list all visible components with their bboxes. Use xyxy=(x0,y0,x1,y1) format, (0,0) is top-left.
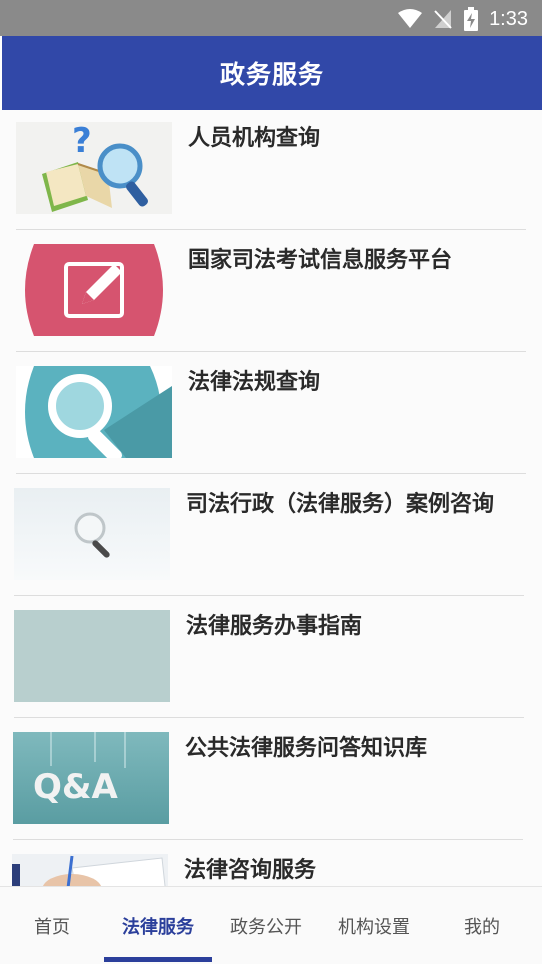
tab-home[interactable]: 首页 xyxy=(0,887,104,964)
item-label: 法律法规查询 xyxy=(188,370,321,395)
divider xyxy=(14,717,524,718)
item-label: 人员机构查询 xyxy=(188,126,321,151)
list-item[interactable]: 司法行政（法律服务）案例咨询 xyxy=(14,476,524,596)
divider xyxy=(16,473,526,474)
edit-pencil-icon xyxy=(16,244,172,336)
no-signal-icon xyxy=(434,10,452,29)
tab-label: 政务公开 xyxy=(230,917,302,938)
divider xyxy=(14,595,524,596)
writing-hand-icon xyxy=(12,854,168,886)
item-label: 国家司法考试信息服务平台 xyxy=(188,248,453,273)
magnifier-icon xyxy=(14,488,170,580)
status-bar: 1:33 xyxy=(0,0,542,36)
page-title: 政务服务 xyxy=(219,60,324,89)
status-time: 1:33 xyxy=(489,7,528,30)
tab-legal-services[interactable]: 法律服务 xyxy=(104,887,212,964)
tab-label: 首页 xyxy=(34,917,70,938)
list-item[interactable]: 国家司法考试信息服务平台 xyxy=(16,232,526,352)
service-list[interactable]: ? 人员机构查询 国家司法考试信息服务平台 法律法规查询 司法行政（法律服务）案… xyxy=(0,110,542,886)
active-tab-indicator xyxy=(104,957,212,962)
divider xyxy=(13,839,523,840)
item-label: 司法行政（法律服务）案例咨询 xyxy=(186,492,495,517)
list-item[interactable]: ? 人员机构查询 xyxy=(16,110,526,230)
book-magnifier-question-icon: ? xyxy=(16,122,172,214)
divider xyxy=(16,351,526,352)
status-icons: 1:33 xyxy=(397,6,528,32)
qa-image-text: Q&A xyxy=(33,767,119,807)
svg-text:?: ? xyxy=(72,122,92,161)
list-item[interactable]: 法律服务办事指南 xyxy=(14,598,524,718)
divider xyxy=(16,229,526,230)
tab-label: 法律服务 xyxy=(122,917,194,938)
tab-organization[interactable]: 机构设置 xyxy=(320,887,428,964)
bottom-tab-bar: 首页 法律服务 政务公开 机构设置 我的 xyxy=(0,886,542,964)
image-placeholder xyxy=(14,610,170,702)
list-item[interactable]: 法律咨询服务 xyxy=(12,842,522,886)
tab-government-affairs[interactable]: 政务公开 xyxy=(212,887,320,964)
list-item[interactable]: Q&A 公共法律服务问答知识库 xyxy=(13,720,523,840)
wifi-icon xyxy=(398,9,423,28)
item-label: 法律服务办事指南 xyxy=(186,614,363,639)
tab-label: 机构设置 xyxy=(338,917,410,938)
tab-label: 我的 xyxy=(464,917,500,938)
tab-mine[interactable]: 我的 xyxy=(428,887,536,964)
app-header: 政务服务 xyxy=(2,36,542,110)
qa-icon: Q&A xyxy=(13,732,169,824)
list-item[interactable]: 法律法规查询 xyxy=(16,354,526,474)
battery-charging-icon xyxy=(464,7,479,31)
item-label: 公共法律服务问答知识库 xyxy=(185,736,428,761)
magnifier-icon xyxy=(16,366,172,458)
item-label: 法律咨询服务 xyxy=(184,858,317,883)
